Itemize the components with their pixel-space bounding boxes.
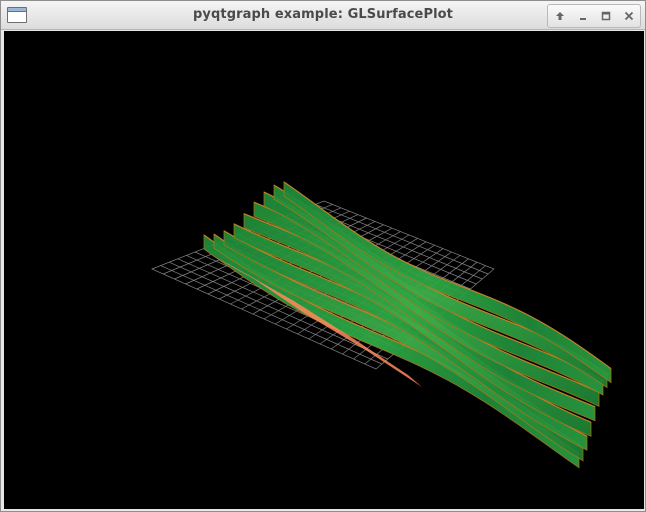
gl-viewport[interactable] (4, 31, 644, 509)
shade-button[interactable] (550, 7, 570, 25)
minimize-icon (579, 18, 586, 20)
close-icon (624, 11, 633, 21)
close-button[interactable] (619, 7, 639, 25)
maximize-button[interactable] (596, 7, 616, 25)
minimize-button[interactable] (573, 7, 593, 25)
app-window: pyqtgraph example: GLSurfacePlot (0, 0, 646, 512)
title-bar[interactable]: pyqtgraph example: GLSurfacePlot (1, 1, 645, 30)
up-arrow-icon (555, 12, 564, 20)
window-controls (547, 4, 641, 28)
surface-mesh (203, 181, 612, 469)
maximize-icon (601, 11, 610, 21)
surface-plot-canvas (151, 181, 612, 469)
